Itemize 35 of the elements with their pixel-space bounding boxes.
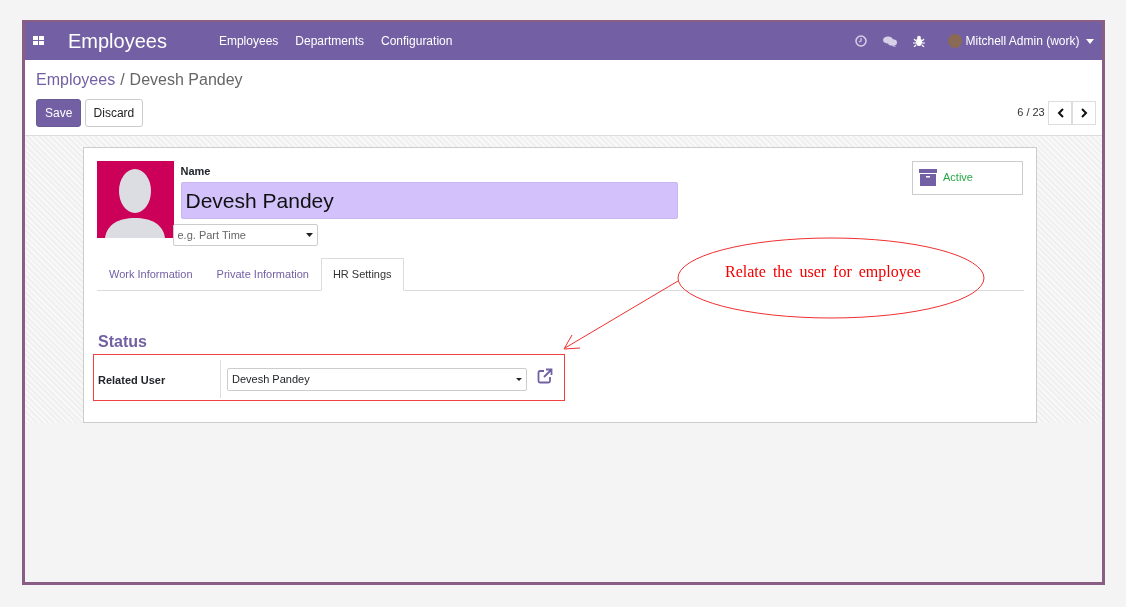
breadcrumb-current: Devesh Pandey xyxy=(129,70,243,90)
breadcrumb-separator: / xyxy=(120,70,125,90)
tab[interactable]: Work Information xyxy=(97,258,205,291)
caret-icon xyxy=(305,233,313,238)
menu-item[interactable]: Configuration xyxy=(381,32,453,50)
save-button[interactable]: Save xyxy=(36,98,82,127)
breadcrumb-link[interactable]: Employees xyxy=(36,68,116,92)
previous-button[interactable] xyxy=(1048,100,1072,125)
clock-icon[interactable] xyxy=(854,35,867,47)
chevron-right-icon xyxy=(1080,107,1088,118)
job-dropdown[interactable]: e.g. Part Time xyxy=(172,224,318,247)
external-link-icon[interactable] xyxy=(537,367,553,384)
bug-icon[interactable] xyxy=(912,35,925,47)
app-title: Employees xyxy=(68,29,167,54)
callout-text: Relate the user for employee xyxy=(725,263,921,280)
apps-grid-icon[interactable] xyxy=(33,36,44,46)
chat-bubbles-icon[interactable] xyxy=(882,35,897,47)
discard-button[interactable]: Discard xyxy=(84,98,144,127)
tab[interactable]: HR Settings xyxy=(320,258,404,291)
archive-box-icon xyxy=(919,169,937,186)
user-menu[interactable]: Mitchell Admin (work) xyxy=(965,32,1080,50)
tab[interactable]: Private Information xyxy=(204,258,321,291)
menu-item[interactable]: Departments xyxy=(295,32,364,50)
pager-counter: 6 / 23 xyxy=(1017,105,1045,121)
field-label: Related User xyxy=(94,359,221,398)
name-label: Name xyxy=(180,163,212,179)
user-dropdown[interactable]: Devesh Pandey xyxy=(227,367,527,391)
caret-icon[interactable] xyxy=(1086,38,1094,44)
section-title: Status xyxy=(98,331,148,352)
next-button[interactable] xyxy=(1072,100,1096,125)
active-toggle-button[interactable]: Active xyxy=(912,160,1023,195)
name-input[interactable]: Devesh Pandey xyxy=(180,182,678,220)
caret-icon xyxy=(516,377,522,381)
chevron-left-icon xyxy=(1056,107,1064,118)
menu-item[interactable]: Employees xyxy=(218,32,279,50)
